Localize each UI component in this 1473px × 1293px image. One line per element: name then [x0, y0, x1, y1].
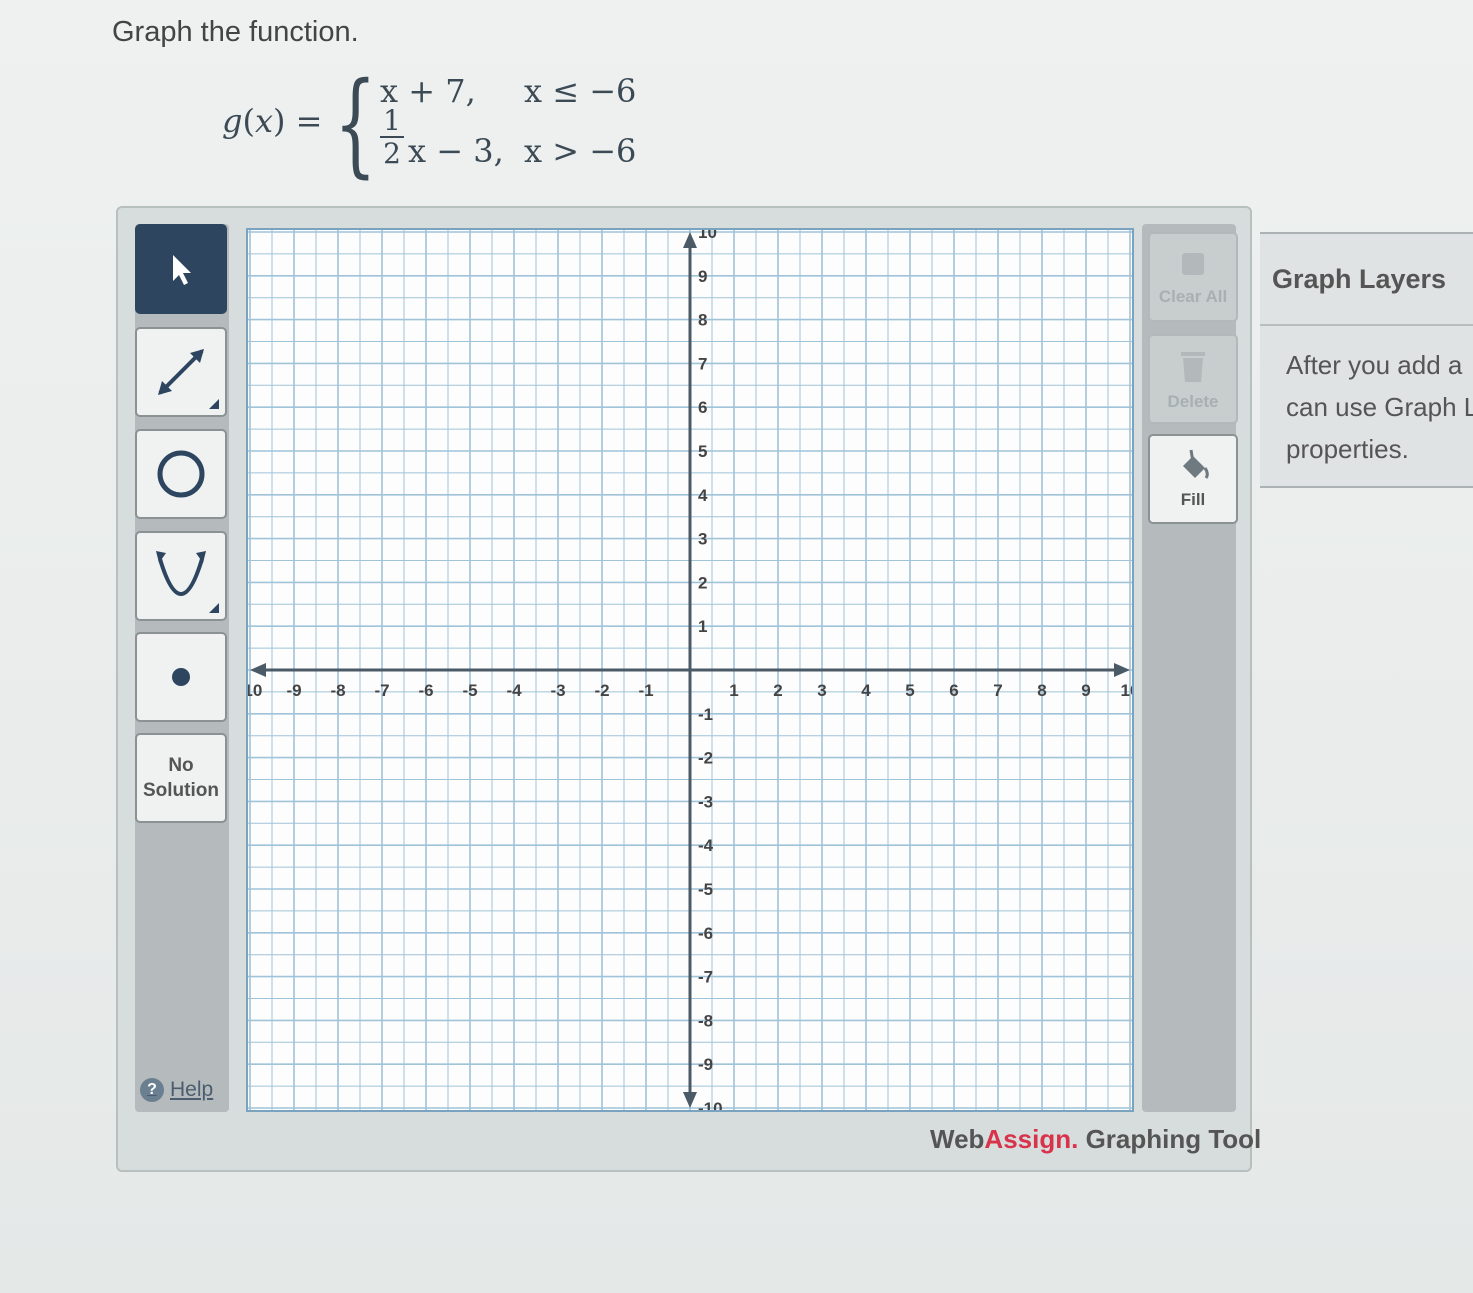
y-tick-label: 9 [698, 267, 707, 286]
no-solution-label-1: No [168, 755, 194, 776]
help-label: Help [170, 1078, 214, 1101]
x-tick-label: 5 [905, 681, 914, 700]
x-tick-label: -2 [594, 681, 609, 700]
x-tick-label: 7 [993, 681, 1002, 700]
x-tick-label: -4 [506, 681, 522, 700]
case-2-expression: x − 3, [408, 132, 504, 170]
y-tick-label: -9 [698, 1055, 713, 1074]
x-tick-label: 9 [1081, 681, 1090, 700]
graph-layers-title: Graph Layers [1260, 234, 1473, 326]
no-solution-label-2: Solution [143, 780, 219, 801]
y-tick-label: 1 [698, 617, 707, 636]
graph-layers-panel: Graph Layers After you add a can use Gra… [1260, 232, 1473, 488]
no-solution-button[interactable]: No Solution [135, 733, 227, 823]
layers-line-1: After you add a [1286, 350, 1463, 380]
layers-line-3: properties. [1286, 434, 1409, 464]
y-tick-label: 3 [698, 530, 707, 549]
x-tick-label: -9 [286, 681, 301, 700]
x-tick-label: 3 [817, 681, 826, 700]
line-segment-icon [158, 349, 204, 395]
help-icon: ? [140, 1078, 164, 1102]
fraction-denominator: 2 [383, 137, 401, 170]
submenu-indicator-icon [209, 603, 219, 613]
circle-icon [157, 450, 205, 498]
x-tick-label: 6 [949, 681, 958, 700]
coordinate-grid: -10 -9 -8 -7 -6 -5 -4 -3 -2 -1 1 2 3 4 5 6 7 8 9 10 10 9 8 7 6 5 4… [248, 230, 1132, 1110]
pointer-arrow-icon [173, 255, 191, 285]
y-tick-label: 6 [698, 398, 707, 417]
x-tick-label: 4 [861, 681, 871, 700]
y-tick-label: 5 [698, 442, 707, 461]
webassign-branding: WebAssign. Graphing Tool [930, 1124, 1261, 1155]
y-tick-label: -2 [698, 749, 713, 768]
fill-label: Fill [1180, 490, 1206, 509]
case-2-fraction: 1 2 [380, 106, 404, 170]
case-1-condition: x ≤ −6 [524, 72, 637, 110]
y-tick-label: -3 [698, 792, 713, 811]
point-tool-button[interactable] [135, 632, 227, 722]
parabola-icon [156, 551, 206, 596]
question-prompt: Graph the function. [112, 16, 359, 48]
brand-assign: Assign. [984, 1124, 1079, 1154]
y-tick-label: -8 [698, 1011, 713, 1030]
case-2-condition: x > −6 [524, 132, 637, 170]
trash-icon [1181, 352, 1205, 382]
x-tick-label: -8 [330, 681, 345, 700]
x-tick-label: 2 [773, 681, 782, 700]
function-variable: x [254, 102, 274, 140]
circle-tool-button[interactable] [135, 429, 227, 519]
equation-lhs: g(x) = [222, 102, 323, 140]
graph-canvas[interactable]: -10 -9 -8 -7 -6 -5 -4 -3 -2 -1 1 2 3 4 5 6 7 8 9 10 10 9 8 7 6 5 4… [246, 228, 1134, 1112]
x-tick-label: -10 [248, 681, 262, 700]
x-tick-label: -6 [418, 681, 433, 700]
function-name: g [222, 102, 243, 140]
paint-bucket-icon [1183, 449, 1209, 479]
brand-tool: Graphing Tool [1078, 1124, 1262, 1154]
parabola-tool-button[interactable] [135, 531, 227, 621]
x-tick-label: -5 [462, 681, 477, 700]
layers-line-2: can use Graph L [1286, 392, 1473, 422]
piecewise-equation: g(x) = { x + 7, x ≤ −6 1 2 x − 3, x > −6 [222, 68, 662, 192]
clear-all-icon [1182, 253, 1204, 275]
line-tool-button[interactable] [135, 327, 227, 417]
y-tick-label: 10 [698, 230, 717, 242]
y-tick-label: -1 [698, 705, 713, 724]
help-link[interactable]: ? Help [140, 1078, 213, 1102]
piecewise-brace: { [334, 59, 377, 189]
clear-all-button[interactable]: Clear All [1148, 232, 1238, 322]
point-icon [172, 668, 190, 686]
x-axis-arrow-right-icon [1114, 663, 1130, 677]
y-tick-label: 7 [698, 354, 707, 373]
clear-all-label: Clear All [1158, 287, 1228, 306]
y-tick-label: 8 [698, 311, 707, 330]
y-tick-label: 2 [698, 573, 707, 592]
x-tick-label: -7 [374, 681, 389, 700]
y-tick-label: -10 [698, 1099, 723, 1110]
fraction-numerator: 1 [380, 106, 404, 138]
y-tick-label: -6 [698, 924, 713, 943]
fill-button[interactable]: Fill [1148, 434, 1238, 524]
y-tick-label: 4 [698, 486, 708, 505]
y-tick-label: -4 [698, 836, 714, 855]
graph-layers-description: After you add a can use Graph L properti… [1260, 326, 1473, 470]
y-axis-arrow-up-icon [683, 232, 697, 248]
x-tick-label: 10 [1121, 681, 1132, 700]
x-tick-label: 1 [729, 681, 738, 700]
y-tick-label: -7 [698, 968, 713, 987]
y-tick-label: -5 [698, 880, 713, 899]
delete-button[interactable]: Delete [1148, 334, 1238, 424]
x-axis-arrow-left-icon [250, 663, 266, 677]
x-tick-label: -3 [550, 681, 565, 700]
y-axis-arrow-down-icon [683, 1092, 697, 1108]
submenu-indicator-icon [209, 399, 219, 409]
pointer-tool-button[interactable] [135, 224, 227, 314]
delete-label: Delete [1167, 392, 1219, 411]
brand-web: Web [930, 1124, 985, 1154]
x-tick-label: -1 [638, 681, 653, 700]
x-tick-label: 8 [1037, 681, 1046, 700]
